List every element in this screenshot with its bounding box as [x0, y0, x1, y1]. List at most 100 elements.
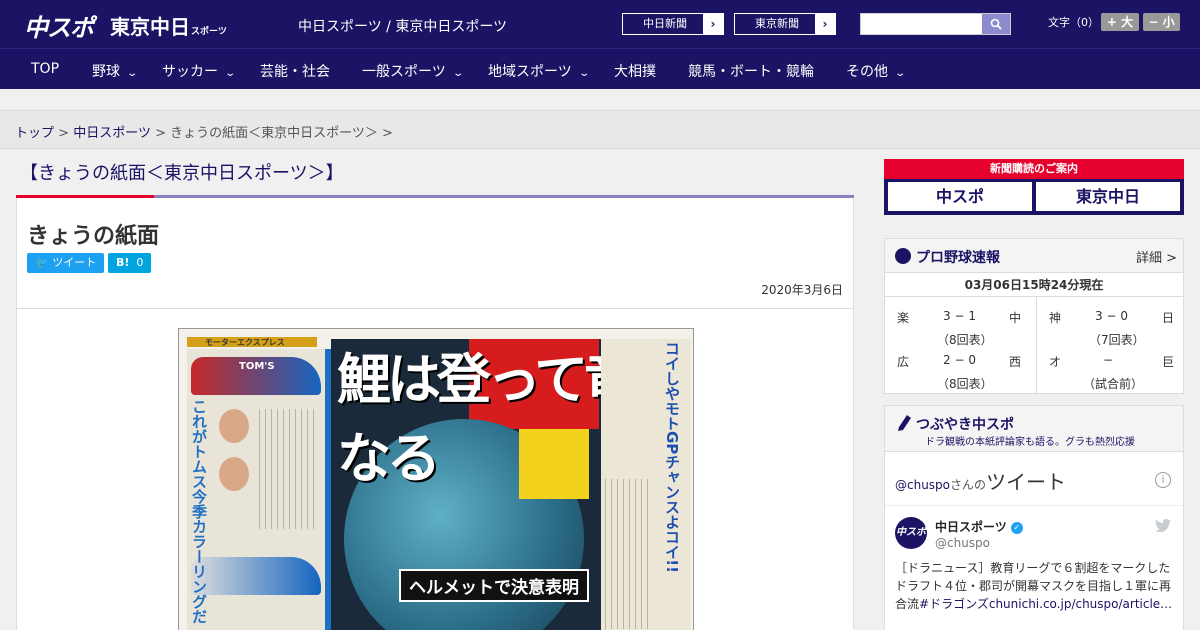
search-input[interactable]	[860, 13, 1011, 35]
chevron-right-icon: ›	[703, 14, 723, 34]
tokyo-shimbun-label: 東京新聞	[755, 17, 799, 30]
widget-subtitle: ドラ観戦の本紙評論家も語る。グラも熱烈応援	[925, 437, 1135, 448]
widget-header: つぶやき中スポ ドラ観戦の本紙評論家も語る。グラも熱烈応援	[885, 406, 1183, 452]
tokyo-chunichi-logo[interactable]: 東京中日スポーツ	[110, 11, 227, 40]
page-title: 【きょうの紙面＜東京中日スポーツ＞】	[20, 163, 344, 184]
hatena-label: B!	[116, 256, 130, 269]
tweet-url-link[interactable]: chunichi.co.jp/chuspo/article…	[989, 597, 1172, 611]
site-subtitle: 中日スポーツ / 東京中日スポーツ	[298, 19, 508, 35]
avatar[interactable]: 中スポ	[895, 517, 927, 549]
game-score[interactable]: 広 2 − 0 西 （8回表）	[885, 351, 1033, 395]
score: −	[1103, 353, 1114, 367]
font-decrease-button[interactable]: − 小	[1143, 13, 1180, 31]
breadcrumb-separator: >	[382, 126, 393, 141]
timeline-divider	[885, 505, 1183, 506]
nav-label: 競馬・ボート・競輪	[688, 64, 814, 80]
nav-item-baseball[interactable]: 野球 ⌄	[92, 61, 138, 81]
nav-item-local-sports[interactable]: 地域スポーツ ⌄	[488, 61, 590, 81]
breadcrumb-top[interactable]: トップ	[15, 126, 54, 141]
widget-title: プロ野球速報	[916, 250, 1000, 266]
nav-label: 野球	[92, 64, 120, 80]
nav-item-top[interactable]: TOP	[31, 61, 59, 77]
left-column-headline: これがトムス今季カラーリングだ	[190, 399, 208, 624]
person-photo	[219, 457, 249, 491]
subscription-banner[interactable]: 新聞購読のご案内 中スポ 東京中日	[884, 159, 1184, 215]
home-team: オ	[1049, 355, 1062, 369]
tweet-account-handle[interactable]: @chuspo	[935, 536, 990, 550]
info-icon[interactable]: i	[1155, 472, 1171, 488]
away-team: 巨	[1162, 355, 1175, 369]
verified-badge-icon: ✓	[1010, 521, 1023, 534]
nav-item-soccer[interactable]: サッカー ⌄	[162, 61, 237, 81]
font-size-label: 文字（0）	[1048, 16, 1099, 29]
widget-header: プロ野球速報 詳細 >	[885, 239, 1183, 273]
article-date: 2020年3月6日	[761, 283, 843, 297]
tweet-button[interactable]: 🐦 ツイート	[27, 253, 105, 273]
chevron-right-icon: ›	[815, 14, 835, 34]
chevron-down-icon: ⌄	[224, 68, 237, 79]
nav-item-keiba[interactable]: 競馬・ボート・競輪	[688, 61, 814, 81]
twitter-widget: つぶやき中スポ ドラ観戦の本紙評論家も語る。グラも熱烈応援 @chuspoさんの…	[884, 405, 1184, 630]
baseball-scores-widget: プロ野球速報 詳細 > 03月06日15時24分現在 楽 3 − 1 中 （8回…	[884, 238, 1184, 394]
tokyo-chunichi-subscribe-logo[interactable]: 東京中日	[1036, 182, 1180, 211]
game-score[interactable]: 神 3 − 0 日 （7回表）	[1037, 307, 1185, 351]
nav-label: 一般スポーツ	[362, 64, 446, 80]
home-team: 神	[1049, 311, 1062, 325]
article-divider	[17, 308, 853, 309]
search-icon	[990, 18, 1002, 30]
game-score[interactable]: 楽 3 − 1 中 （8回表）	[885, 307, 1033, 351]
nav-item-entertainment[interactable]: 芸能・社会	[260, 61, 330, 81]
timeline-heading-text: ツイート	[986, 470, 1067, 494]
breadcrumb-current: きょうの紙面＜東京中日スポーツ＞	[170, 126, 378, 141]
widget-title: つぶやき中スポ	[916, 417, 1014, 433]
chunichi-shimbun-link[interactable]: 中日新聞 ›	[622, 13, 724, 35]
text-block	[259, 409, 319, 529]
timeline-heading: @chuspoさんのツイート	[895, 466, 1066, 495]
breadcrumb-chunichi-sports[interactable]: 中日スポーツ	[73, 126, 151, 141]
inning-status: （7回表）	[1089, 333, 1145, 347]
nav-label: その他	[846, 64, 888, 80]
timeline-handle-link[interactable]: @chuspo	[895, 478, 950, 492]
font-increase-button[interactable]: + 大	[1101, 13, 1139, 31]
tokyo-chunichi-logo-small: スポーツ	[191, 27, 227, 37]
scores-detail-link[interactable]: 詳細 >	[1136, 247, 1177, 266]
subscription-title: 新聞購読のご案内	[884, 159, 1184, 179]
tweet-account-name-text: 中日スポーツ	[935, 520, 1007, 534]
tokyo-chunichi-logo-text: 東京中日	[110, 15, 190, 39]
timeline-handle-suffix: さんの	[950, 478, 987, 492]
search-button[interactable]	[982, 14, 1010, 34]
breadcrumb-separator: >	[58, 126, 70, 141]
nav-label: 芸能・社会	[260, 64, 330, 80]
nav-item-general-sports[interactable]: 一般スポーツ ⌄	[362, 61, 464, 81]
tweet-account-name[interactable]: 中日スポーツ ✓	[935, 518, 1023, 535]
chuspo-subscribe-logo[interactable]: 中スポ	[888, 182, 1032, 211]
front-subheadline: ヘルメットで決意表明	[399, 569, 589, 602]
game-score[interactable]: オ − 巨 （試合前）	[1037, 351, 1185, 395]
person-photo	[219, 409, 249, 443]
tweet-label: ツイート	[52, 256, 97, 269]
chuspo-logo[interactable]: 中スポ	[24, 8, 94, 43]
twitter-bird-icon	[1155, 519, 1171, 532]
nav-item-other[interactable]: その他 ⌄	[846, 61, 907, 81]
article-title: きょうの紙面	[27, 224, 160, 249]
chunichi-shimbun-label: 中日新聞	[643, 17, 687, 30]
toms-badge: TOM'S	[239, 361, 275, 372]
tweet-hashtag-link[interactable]: #ドラゴンズ	[919, 597, 989, 611]
hatena-bookmark-button[interactable]: B! 0	[108, 253, 152, 273]
race-car-image	[191, 557, 321, 595]
score: 2 − 0	[943, 353, 976, 367]
breadcrumb: トップ > 中日スポーツ > きょうの紙面＜東京中日スポーツ＞ >	[0, 111, 1200, 149]
home-team: 楽	[897, 311, 910, 325]
away-team: 日	[1162, 311, 1175, 325]
inning-status: （8回表）	[937, 377, 993, 391]
pen-icon	[898, 415, 911, 431]
newspaper-front-page-image[interactable]: モーターエクスプレス TOM'S これがトムス今季カラーリングだ 鯉は登って竜に…	[178, 328, 694, 630]
chevron-down-icon: ⌄	[894, 68, 907, 79]
nav-item-sumo[interactable]: 大相撲	[614, 61, 656, 81]
spacer-band	[0, 89, 1200, 111]
breadcrumb-separator: >	[155, 126, 166, 141]
breadcrumb-trail: トップ > 中日スポーツ > きょうの紙面＜東京中日スポーツ＞ >	[15, 122, 393, 141]
nav-label: TOP	[31, 61, 60, 77]
away-team: 中	[1009, 311, 1022, 325]
tokyo-shimbun-link[interactable]: 東京新聞 ›	[734, 13, 836, 35]
